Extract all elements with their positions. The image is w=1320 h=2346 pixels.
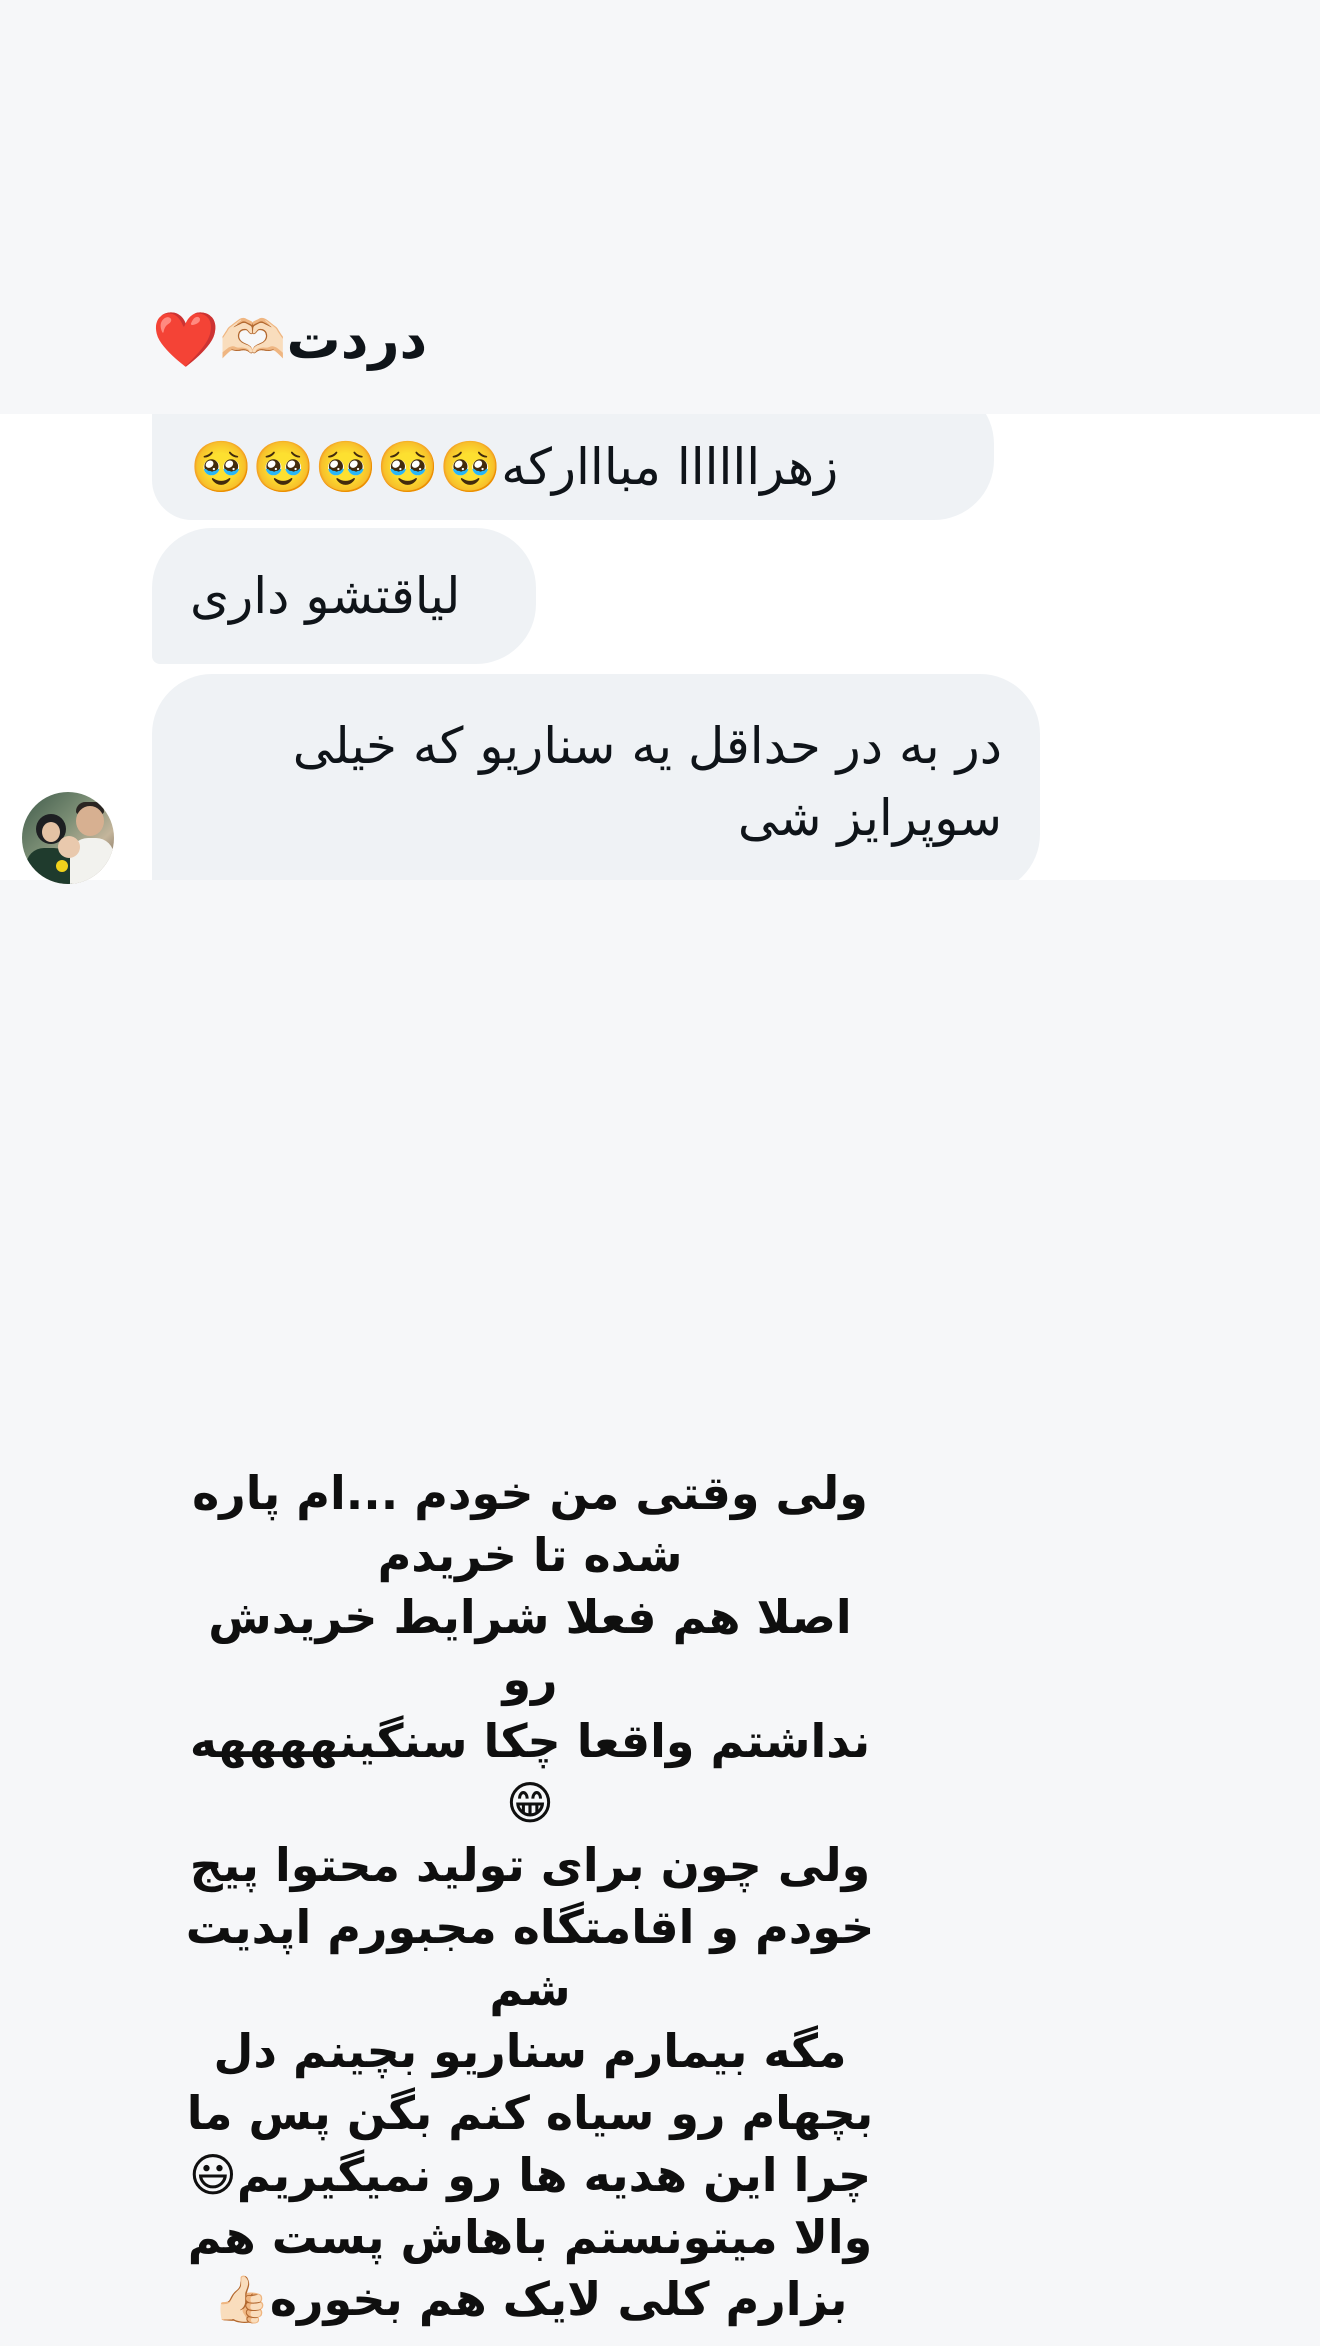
message-text-line: در به در حداقل یه سناریو که خیلی <box>292 717 1002 775</box>
message-bubble: در به در حداقل یه سناریو که خیلی سوپرایز… <box>152 674 1040 880</box>
sender-avatar[interactable] <box>22 792 114 884</box>
message-text: زهراااااا مبااارکه🥹🥹🥹🥹🥹 <box>190 438 839 496</box>
message-text-line: سوپرایز شی <box>737 789 1002 847</box>
message-text: لیاقتشو داری <box>190 567 461 625</box>
message-bubble: لیاقتشو داری <box>152 528 536 664</box>
chat-screenshot-panel: زهراااااا مبااارکه🥹🥹🥹🥹🥹 لیاقتشو داری در … <box>0 414 1320 880</box>
message-bubble: زهراااااا مبااارکه🥹🥹🥹🥹🥹 <box>152 414 994 520</box>
story-caption-text: ولی وقتی من خودم ...ام پاره شده تا خریدم… <box>185 1466 875 2326</box>
reply-preview-text: دردت🫶🏻❤️ <box>152 308 428 371</box>
